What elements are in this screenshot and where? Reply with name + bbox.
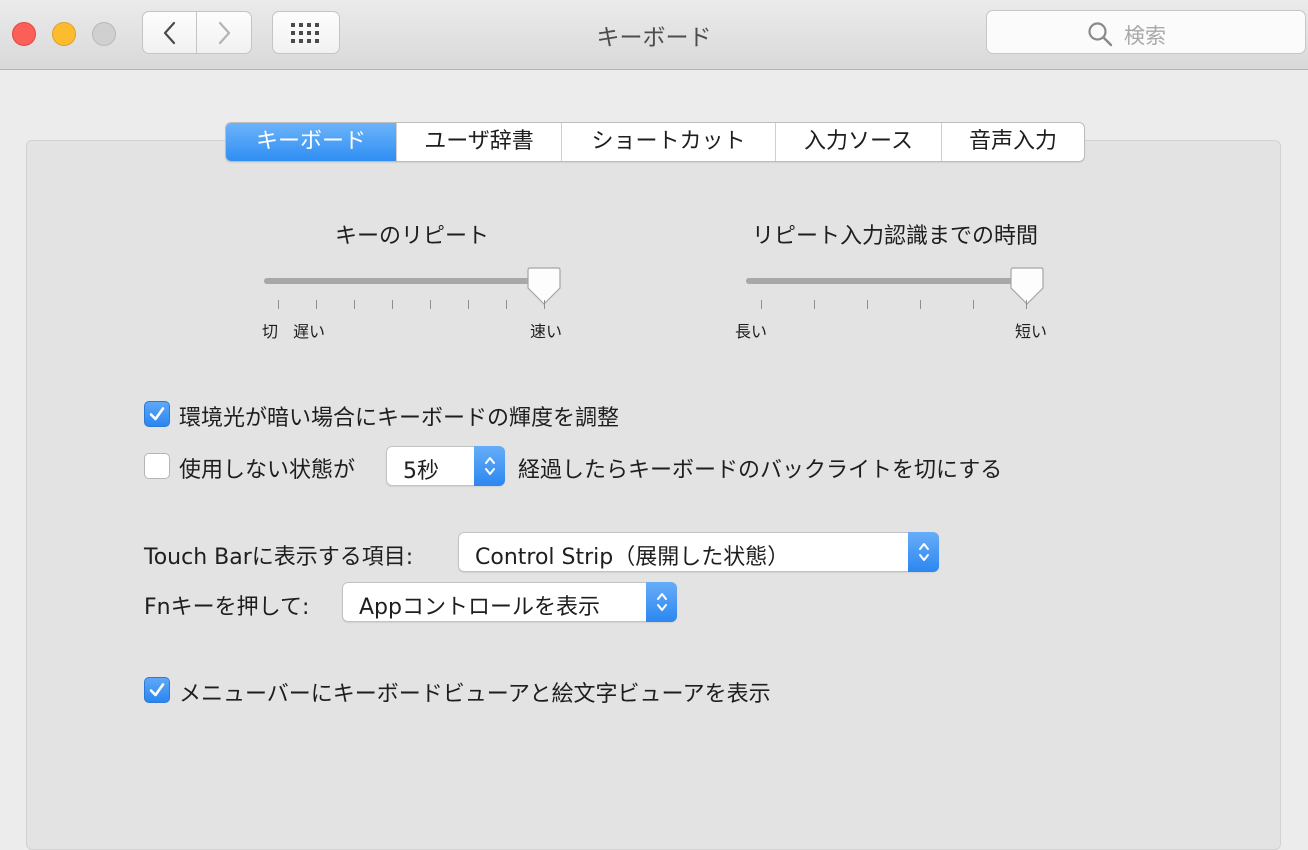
adjust-brightness-checkbox[interactable] [144, 401, 170, 427]
delay-tick [867, 300, 868, 309]
show-viewers-checkbox[interactable] [144, 677, 170, 703]
key-repeat-tick [392, 300, 393, 309]
updown-arrows-icon [646, 582, 677, 622]
delay-label-long: 長い [735, 322, 768, 341]
fn-key-label: Fnキーを押して: [144, 595, 310, 620]
delay-tick [920, 300, 921, 309]
checkmark-icon [149, 407, 165, 421]
delay-until-repeat-fill [746, 278, 1026, 284]
key-repeat-label-slow: 遅い [293, 322, 326, 341]
key-repeat-label-fast: 速い [530, 322, 563, 341]
key-repeat-tick [506, 300, 507, 309]
backlight-timeout-value: 5秒 [403, 459, 439, 484]
title-bar: キーボード 検索 [0, 0, 1308, 70]
backlight-off-label-after: 経過したらキーボードのバックライトを切にする [518, 458, 1003, 483]
touch-bar-popup[interactable]: Control Strip（展開した状態） [458, 532, 939, 572]
key-repeat-tick [430, 300, 431, 309]
tab-input-sources[interactable]: 入力ソース [775, 123, 941, 161]
delay-until-repeat-track[interactable] [746, 278, 1026, 284]
touch-bar-label: Touch Barに表示する項目: [144, 545, 414, 570]
backlight-off-checkbox[interactable] [144, 453, 170, 479]
backlight-off-label-before: 使用しない状態が [179, 458, 356, 483]
tab-bar: キーボード ユーザ辞書 ショートカット 入力ソース 音声入力 [225, 122, 1085, 162]
key-repeat-label-off: 切 [262, 322, 279, 341]
delay-tick [761, 300, 762, 309]
backlight-timeout-popup[interactable]: 5秒 [386, 446, 505, 486]
fn-key-popup[interactable]: Appコントロールを表示 [342, 582, 677, 622]
key-repeat-tick [354, 300, 355, 309]
key-repeat-title: キーのリピート [334, 224, 489, 249]
delay-tick [973, 300, 974, 309]
key-repeat-tick [316, 300, 317, 309]
tab-keyboard[interactable]: キーボード [226, 123, 396, 161]
delay-tick [814, 300, 815, 309]
key-repeat-tick [278, 300, 279, 309]
search-icon [1088, 22, 1113, 47]
delay-until-repeat-title: リピート入力認識までの時間 [751, 224, 1038, 249]
tab-user-dictionary[interactable]: ユーザ辞書 [396, 123, 561, 161]
search-placeholder: 検索 [1124, 24, 1166, 48]
checkmark-icon [149, 683, 165, 697]
key-repeat-tick [468, 300, 469, 309]
tab-shortcuts[interactable]: ショートカット [561, 123, 775, 161]
key-repeat-track[interactable] [264, 278, 544, 284]
updown-arrows-icon [474, 446, 505, 486]
fn-key-value: Appコントロールを表示 [359, 595, 600, 620]
touch-bar-value: Control Strip（展開した状態） [475, 545, 790, 570]
key-repeat-fill [264, 278, 544, 284]
preferences-panel [26, 140, 1281, 850]
delay-label-short: 短い [1015, 322, 1048, 341]
delay-until-repeat-thumb[interactable] [1010, 266, 1044, 306]
key-repeat-tick [544, 300, 545, 309]
delay-tick [1026, 300, 1027, 309]
updown-arrows-icon [908, 532, 939, 572]
adjust-brightness-label: 環境光が暗い場合にキーボードの輝度を調整 [179, 406, 620, 431]
show-viewers-label: メニューバーにキーボードビューアと絵文字ビューアを表示 [179, 682, 771, 707]
tab-dictation[interactable]: 音声入力 [941, 123, 1084, 161]
search-field[interactable]: 検索 [986, 10, 1306, 54]
